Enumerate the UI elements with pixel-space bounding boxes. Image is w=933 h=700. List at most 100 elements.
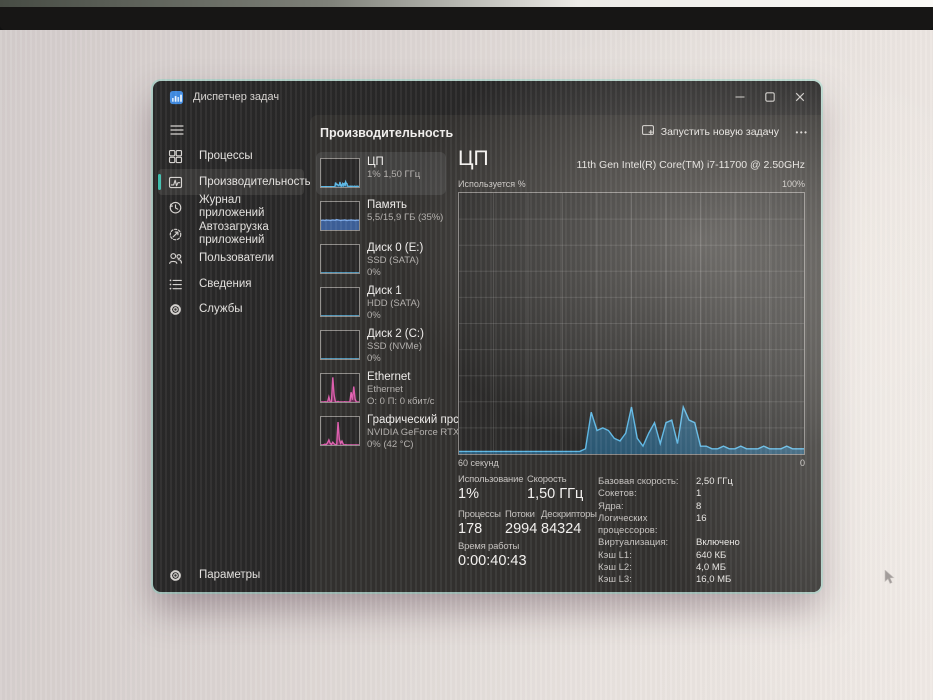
perf-item-subtext: 1% 1,50 ГГц — [367, 169, 421, 180]
perf-item-title: Графический прс — [367, 414, 459, 426]
maximize-button[interactable] — [755, 85, 785, 109]
detail-label: Кэш L2: — [598, 562, 632, 574]
perf-thumbnail-graph — [320, 244, 360, 274]
page-title: Производительность — [320, 126, 454, 140]
detail-row: Логических процессоров: 16 — [598, 513, 740, 538]
sidebar-item-label: Производительность — [199, 175, 311, 188]
titlebar[interactable]: Диспетчер задач — [153, 81, 821, 115]
detail-label: Базовая скорость: — [598, 476, 679, 487]
detail-value: 2,50 ГГц — [696, 476, 733, 487]
processes-label: Процессы — [458, 509, 501, 520]
monitor-photo: Диспетчер задач Процессы Производительнос… — [0, 0, 933, 700]
sidebar-item-label: Службы — [199, 302, 243, 315]
sidebar-item-settings[interactable]: Параметры — [158, 562, 304, 588]
sidebar-item-users[interactable]: Пользователи — [158, 245, 304, 271]
graph-y-max-label: 100% — [781, 179, 805, 189]
sidebar-item-details[interactable]: Сведения — [158, 271, 304, 297]
graph-x-right-label: 0 — [799, 458, 805, 468]
perf-item-subtext: 0% (42 °C) — [367, 438, 414, 450]
graph-y-axis-label: Используется % — [458, 179, 526, 189]
uptime-value: 0:00:40:43 — [458, 553, 527, 569]
perf-item-title: Диск 0 (E:) — [367, 242, 424, 254]
detail-value: 1 — [696, 488, 702, 500]
sidebar-item-processes[interactable]: Процессы — [158, 143, 304, 169]
perf-thumbnail-graph — [320, 201, 360, 231]
perf-item-subtext: 0% — [367, 266, 381, 278]
handles-label: Дескрипторы — [541, 509, 597, 520]
perf-item-subtext: HDD (SATA) — [367, 298, 420, 309]
perf-item-gpu[interactable]: Графический прс NVIDIA GeForce RTX 40 0% (… — [316, 410, 473, 453]
perf-item-subtext: 0% — [367, 352, 381, 364]
perf-thumbnail-graph — [320, 373, 360, 403]
detail-label: Ядра: — [598, 500, 624, 512]
perf-item-cpu[interactable]: ЦП 1% 1,50 ГГц — [316, 152, 446, 195]
usage-value: 1% — [458, 486, 479, 502]
performance-icon — [168, 175, 186, 190]
detail-value: 16,0 МБ — [696, 574, 732, 586]
perf-item-subtext: NVIDIA GeForce RTX 40 — [367, 427, 473, 438]
handles-value: 84324 — [541, 521, 582, 537]
perf-item-ethernet[interactable]: Ethernet Ethernet О: 0 П: 0 кбит/с — [316, 367, 446, 410]
mouse-cursor — [884, 570, 895, 584]
detail-row: Ядра: 8 — [598, 501, 740, 513]
perf-item-title: Память — [367, 199, 408, 211]
cpu-usage-graph[interactable] — [458, 192, 805, 455]
cpu-details-table: Базовая скорость: 2,50 ГГц Сокетов: 1 Ядра: 8… — [598, 476, 740, 587]
monitor-bezel — [0, 7, 933, 32]
cpu-pane-title: ЦП — [458, 147, 489, 170]
perf-thumbnail-graph — [320, 287, 360, 317]
uptime-label: Время работы — [458, 541, 520, 552]
perf-item-memory[interactable]: Память 5,5/15,9 ГБ (35%) — [316, 195, 446, 238]
threads-label: Потоки — [505, 509, 535, 520]
detail-row: Кэш L2: 4,0 МБ — [598, 562, 740, 574]
desktop-screen: Диспетчер задач Процессы Производительнос… — [0, 30, 933, 700]
nav-menu-button[interactable] — [162, 118, 192, 142]
gear-icon — [168, 568, 186, 583]
perf-thumbnail-graph — [320, 416, 360, 446]
detail-value: 8 — [696, 500, 702, 512]
task-manager-window: Диспетчер задач Процессы Производительнос… — [153, 81, 821, 592]
detail-value: 4,0 МБ — [696, 562, 726, 574]
processes-icon — [168, 149, 186, 164]
graph-x-left-label: 60 секунд — [458, 458, 499, 468]
close-button[interactable] — [785, 85, 815, 109]
perf-thumbnail-graph — [320, 330, 360, 360]
sidebar-item-label: Автозагрузка приложений — [199, 221, 269, 246]
usage-label: Использование — [458, 474, 524, 485]
sidebar: Процессы Производительность Журнал приложе… — [153, 115, 311, 592]
task-manager-app-icon — [169, 90, 184, 105]
perf-item-title: Диск 1 — [367, 285, 402, 297]
performance-list: ЦП 1% 1,50 ГГц Память 5,5/15,9 ГБ (35%) Диск… — [316, 152, 473, 453]
detail-row: Кэш L1: 640 КБ — [598, 550, 740, 562]
sidebar-item-services[interactable]: Службы — [158, 296, 304, 322]
detail-label: Виртуализация: — [598, 537, 669, 549]
perf-thumbnail-graph — [320, 158, 360, 188]
minimize-button[interactable] — [725, 85, 755, 109]
detail-label: Кэш L1: — [598, 549, 632, 561]
perf-item-title: Ethernet — [367, 371, 411, 383]
speed-label: Скорость — [527, 474, 567, 485]
perf-item-subtext: 0% — [367, 309, 381, 321]
threads-value: 2994 — [505, 521, 538, 537]
perf-item-disk0[interactable]: Диск 0 (E:) SSD (SATA) 0% — [316, 238, 446, 281]
sidebar-item-label: Процессы — [199, 149, 253, 162]
detail-row: Базовая скорость: 2,50 ГГц — [598, 476, 740, 488]
perf-item-subtext: SSD (SATA) — [367, 255, 419, 266]
detail-value: Включено — [696, 537, 740, 549]
detail-row: Кэш L3: 16,0 МБ — [598, 574, 740, 586]
detail-label: Логических процессоров: — [598, 512, 658, 537]
sidebar-item-performance[interactable]: Производительность — [158, 169, 311, 195]
startup-apps-icon — [168, 227, 186, 242]
detail-label: Кэш L3: — [598, 574, 632, 586]
users-icon — [168, 251, 186, 266]
perf-item-subtext: SSD (NVMe) — [367, 341, 422, 352]
sidebar-item-label: Пользователи — [199, 251, 275, 264]
perf-item-disk1[interactable]: Диск 1 HDD (SATA) 0% — [316, 281, 446, 324]
details-icon — [168, 277, 186, 292]
selected-accent-pill — [158, 174, 161, 190]
detail-row: Сокетов: 1 — [598, 488, 740, 500]
sidebar-item-label: Сведения — [199, 277, 252, 290]
perf-item-disk2[interactable]: Диск 2 (C:) SSD (NVMe) 0% — [316, 324, 446, 367]
perf-item-title: Диск 2 (C:) — [367, 328, 424, 340]
perf-item-subtext: Ethernet — [367, 384, 403, 395]
